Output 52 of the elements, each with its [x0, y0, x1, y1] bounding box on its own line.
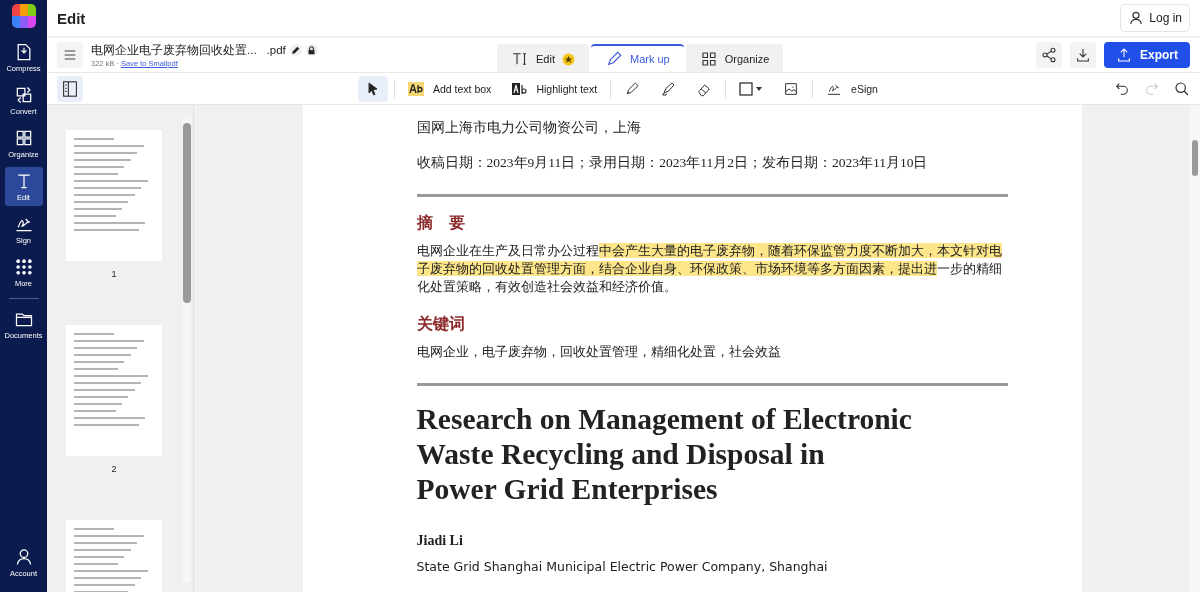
pencil-icon: [291, 45, 301, 55]
dates-text: 收稿日期：2023年9月11日；录用日期：2023年11月2日；发布日期：2023年11月10日: [416, 154, 929, 172]
menu-icon: [62, 47, 78, 63]
highlight-text-icon: [511, 80, 528, 97]
upload-icon: [1116, 47, 1132, 63]
rename-button[interactable]: [289, 44, 302, 56]
author-name: Jiadi Li: [416, 533, 464, 549]
mode-tab[interactable]: Edit: [497, 44, 589, 72]
section-heading: 摘 要: [416, 213, 466, 233]
sidebar-panel-icon: [62, 79, 78, 98]
page-title: Edit: [57, 9, 86, 27]
download-icon: [1075, 47, 1091, 63]
text-box-icon: [408, 81, 424, 96]
image-icon: [783, 80, 800, 97]
export-button[interactable]: Export: [1104, 42, 1190, 68]
thumbnails-toggle-button[interactable]: [57, 75, 83, 102]
grid-icon: [699, 50, 718, 68]
square-dropdown-icon: [739, 81, 764, 96]
file-name: 电网企业电子废弃物回收处置...: [91, 42, 257, 58]
file-extension: .pdf: [266, 44, 286, 56]
page-thumbnail[interactable]: [66, 325, 162, 456]
scrollbar[interactable]: [183, 115, 191, 582]
user-icon: [1128, 10, 1145, 26]
marker-icon: [660, 80, 677, 97]
text-cursor-icon: [511, 50, 529, 68]
lock-icon: [307, 45, 317, 55]
select-tool[interactable]: [358, 75, 388, 102]
page-number: 2: [111, 464, 117, 474]
dots-grid-icon: [13, 257, 34, 277]
login-button[interactable]: Log in: [1120, 4, 1190, 32]
download-button[interactable]: [1070, 42, 1096, 68]
pencil-icon: [624, 80, 641, 97]
lock-button[interactable]: [305, 44, 318, 56]
search-button[interactable]: [1174, 80, 1190, 97]
affiliation-text: 国网上海市电力公司物资公司，上海: [416, 119, 642, 137]
share-icon: [1041, 47, 1057, 63]
section-heading: 关键词: [416, 314, 466, 334]
abstract-text: 电网企业在生产及日常办公过程中会产生大量的电子废弃物，随着环保监管力度不断加大，本文针对电子废弃物的回收处置管理方面，结合企业自身、环保政策、市场环境等多方面因素，提出进一步的精细化处置策略，有效创造社会效益和经济价值。: [416, 242, 1003, 296]
document-title: Research on Management of Electronic Waste Recycling and Disposal in Power Grid Enterprises: [416, 402, 913, 507]
scrollbar[interactable]: [1190, 105, 1200, 592]
esign-tool[interactable]: eSign: [819, 75, 885, 102]
keywords-text: 电网企业，电子废弃物，回收处置管理，精细化处置，社会效益: [416, 343, 782, 361]
add-text-box-tool[interactable]: Add text box: [401, 75, 499, 102]
highlight-tool[interactable]: Highlight text: [504, 75, 605, 102]
share-button[interactable]: [1036, 42, 1062, 68]
page-number: 1: [111, 269, 117, 279]
menu-button[interactable]: [57, 42, 83, 68]
logo-icon: [11, 4, 36, 28]
affiliation-text: State Grid Shanghai Municipal Electric Power Company, Shanghai: [416, 559, 829, 574]
page-thumbnail[interactable]: [66, 130, 162, 261]
search-icon: [1174, 80, 1190, 97]
mode-tab[interactable]: Organize: [685, 44, 784, 72]
